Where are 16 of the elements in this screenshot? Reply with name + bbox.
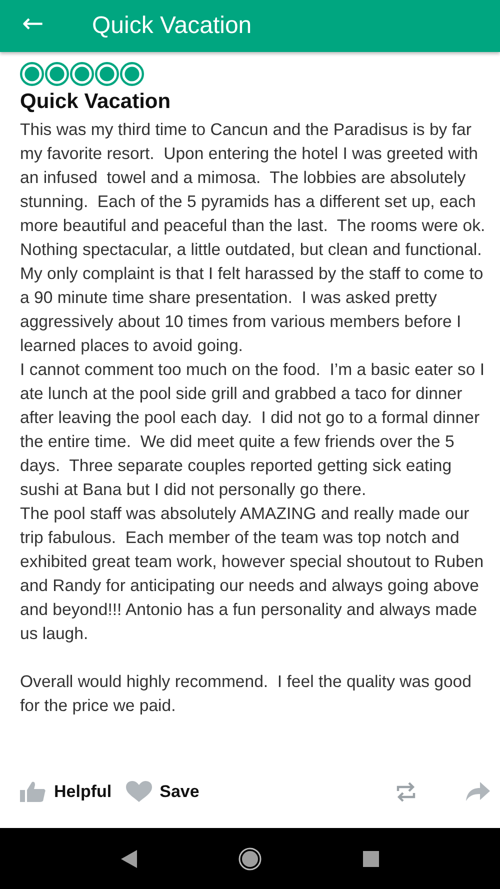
nav-recents-button[interactable] [363, 850, 380, 866]
repost-button[interactable] [394, 780, 418, 804]
square-icon [363, 850, 380, 866]
review-text: This was my third time to Cancun and the Paradisus is by far my favorite resort. Upon entering the hotel I was greeted with an infused towel and a mimosa. The lobbies are absolutely stunning. Each of the 5 pyramids has a different set up, each more beautiful and peaceful than the last. The rooms were ok. Nothing spectacular, a little outdated, but clean and functional. My only complaint is that I felt harassed by the staff to come to a 90 minute time share presentation. I was asked pretty aggressively about 10 times from various members before I learned places to avoid going. I cannot comment too much on the food. I’m a basic eater so I ate lunch at the pool side grill and grabbed a taco for dinner after leaving the pool each day. I did not go to a formal dinner the entire time. We did meet quite a few friends over the 5 days. Three separate couples reported getting sick eating sushi at Bana but I did not personally go there. The pool staff was absolutely AMAZING and really made our trip fabulous. Each member of the team was top notch and exhibited great team work, however special shoutout to Ruben and Randy for anticipating our needs and always going above and beyond!!! Antonio has a fun personality and always made us laugh. Overall would highly recommend. I feel the quality was good for the price we paid. [20, 119, 486, 717]
nav-home-button[interactable] [238, 846, 262, 870]
repeat-icon [394, 780, 418, 804]
page-title: Quick Vacation [91, 12, 252, 40]
save-button[interactable]: Save [126, 781, 214, 803]
helpful-button[interactable]: Helpful [20, 781, 126, 803]
share-arrow-icon [466, 782, 490, 802]
review-title: Quick Vacation [20, 90, 172, 114]
heart-icon [126, 781, 152, 803]
back-triangle-icon [120, 850, 137, 868]
home-circle-icon [238, 846, 262, 870]
nav-back-button[interactable] [120, 850, 137, 868]
thumbs-up-icon [20, 781, 46, 803]
